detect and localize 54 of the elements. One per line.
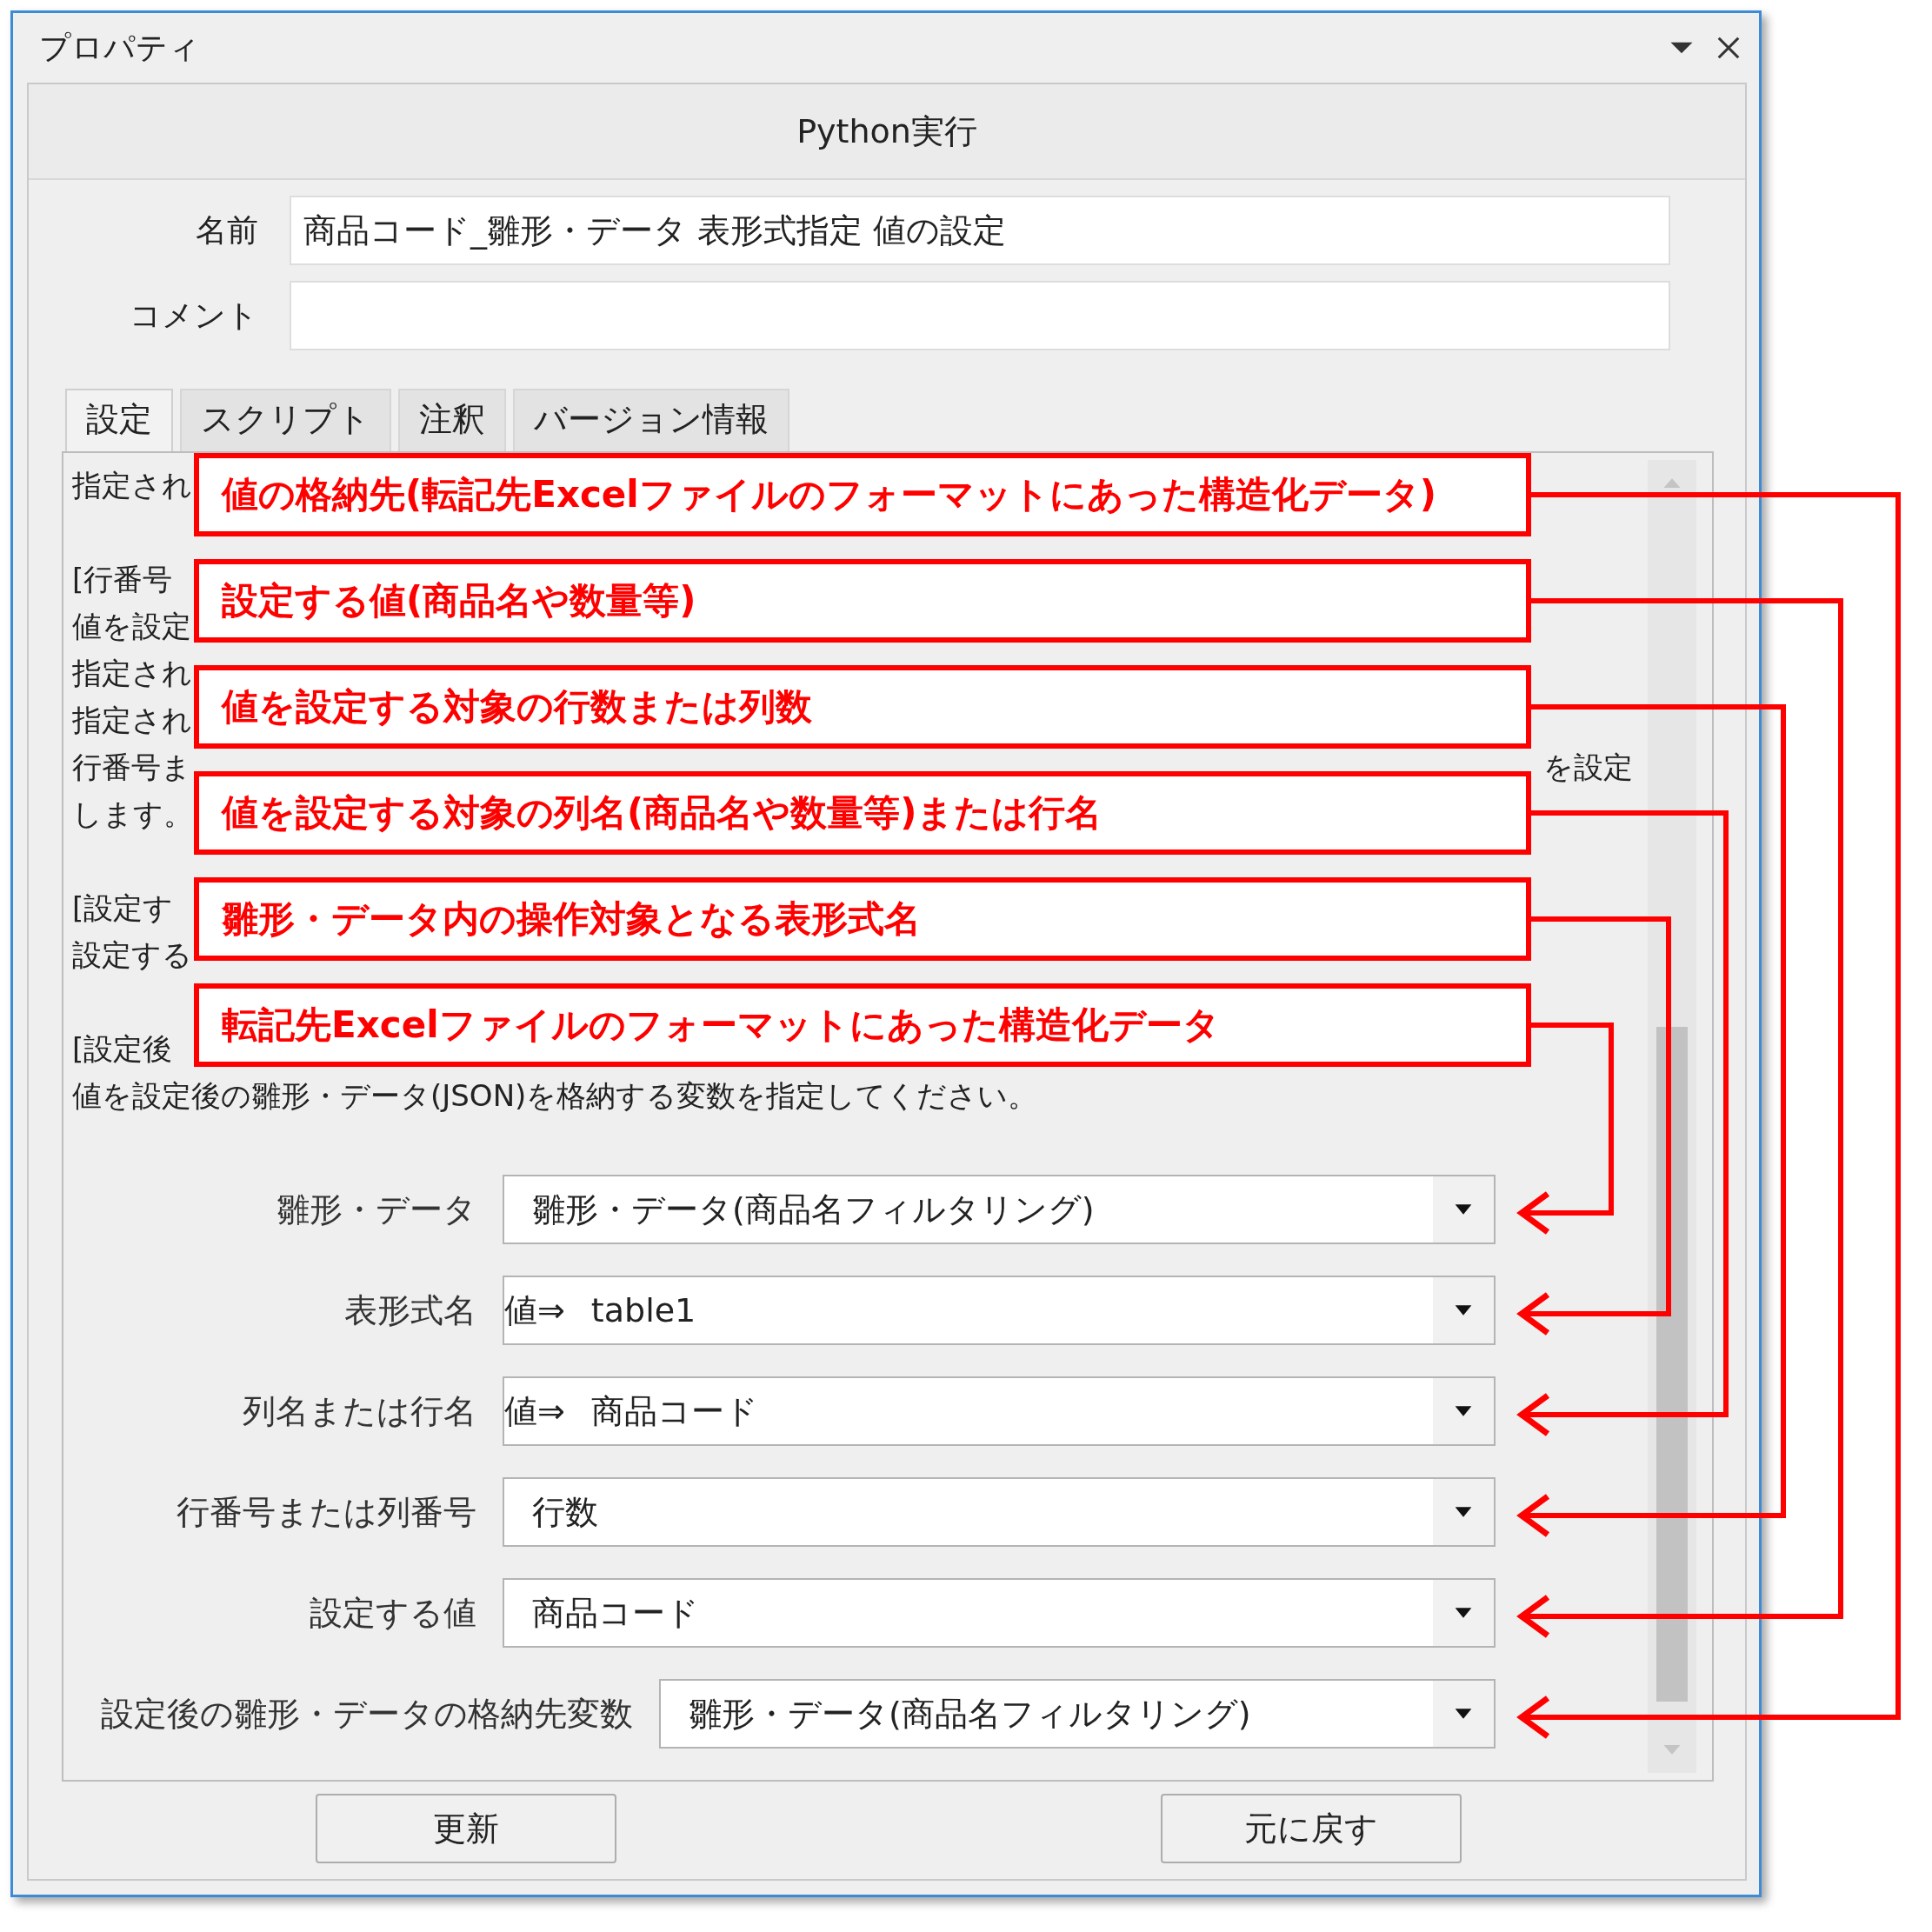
- close-icon[interactable]: [1715, 35, 1742, 61]
- tab[interactable]: 設定: [65, 389, 173, 451]
- description-text: 値を設定: [72, 608, 191, 645]
- description-text: [設定す: [72, 889, 174, 927]
- callout-label: 値を設定する対象の行数または列数: [194, 665, 1531, 749]
- tab[interactable]: スクリプト: [180, 389, 391, 451]
- dropdown-value: 雛形・データ(商品名フィルタリング): [532, 1189, 1096, 1230]
- dropdown[interactable]: 雛形・データ(商品名フィルタリング): [659, 1679, 1496, 1749]
- value-prefix: 値⇒: [504, 1390, 565, 1432]
- description-text: 値を設定後の雛形・データ(JSON)を格納する変数を指定してください。: [72, 1077, 1038, 1115]
- description-text: 設定する: [72, 936, 192, 974]
- dropdown-value: 雛形・データ(商品名フィルタリング): [689, 1693, 1252, 1735]
- tab[interactable]: 注釈: [398, 389, 506, 451]
- field-label: 設定する値: [309, 1592, 477, 1634]
- description-text: します。: [72, 796, 193, 833]
- description-text: 行番号ま: [72, 749, 191, 786]
- tab[interactable]: バージョン情報: [513, 389, 789, 451]
- description-text: 指定され: [72, 702, 192, 739]
- callout-label: 値を設定する対象の列名(商品名や数量等)または行名: [194, 771, 1531, 855]
- dropdown[interactable]: 商品コード: [503, 1578, 1496, 1648]
- dropdown[interactable]: 値⇒ 商品コード: [503, 1376, 1496, 1446]
- revert-button[interactable]: 元に戻す: [1161, 1794, 1462, 1863]
- field-label: 列名または行名: [242, 1390, 477, 1432]
- description-text: を設定: [1543, 749, 1633, 786]
- name-field[interactable]: 商品コード_雛形・データ 表形式指定 値の設定: [290, 196, 1670, 265]
- window-title: プロパティ: [39, 28, 201, 67]
- value-prefix: 値⇒: [504, 1289, 565, 1331]
- comment-label: コメント: [129, 296, 259, 335]
- field-label: 設定後の雛形・データの格納先変数: [100, 1693, 634, 1735]
- description-text: [設定後: [72, 1030, 173, 1068]
- dropdown-value: table1: [590, 1291, 697, 1329]
- dropdown-value: 商品コード: [590, 1390, 759, 1432]
- field-label: 表形式名: [343, 1289, 477, 1331]
- field-label: 行番号または列番号: [176, 1491, 477, 1533]
- description-text: [行番号: [72, 561, 173, 598]
- dropdown-icon[interactable]: [1669, 40, 1695, 56]
- callout-label: 転記先Excelファイルのフォーマットにあった構造化データ: [194, 983, 1531, 1067]
- field-label: 雛形・データ: [276, 1189, 477, 1230]
- name-label: 名前: [195, 210, 259, 250]
- description-text: 指定され: [72, 467, 192, 504]
- panel-header: Python実行: [29, 84, 1745, 180]
- dropdown-value: 行数: [532, 1491, 599, 1533]
- callout-label: 設定する値(商品名や数量等): [194, 559, 1531, 643]
- callout-label: 値の格納先(転記先Excelファイルのフォーマットにあった構造化データ): [194, 453, 1531, 536]
- scrollbar-thumb[interactable]: [1656, 1027, 1688, 1702]
- scrollbar[interactable]: [1648, 460, 1696, 1773]
- callout-label: 雛形・データ内の操作対象となる表形式名: [194, 877, 1531, 961]
- dropdown-value: 商品コード: [532, 1592, 700, 1634]
- dropdown[interactable]: 値⇒ table1: [503, 1276, 1496, 1345]
- comment-field[interactable]: [290, 281, 1670, 350]
- description-text: 指定され: [72, 655, 192, 692]
- dropdown[interactable]: 雛形・データ(商品名フィルタリング): [503, 1175, 1496, 1244]
- update-button[interactable]: 更新: [316, 1794, 616, 1863]
- dropdown[interactable]: 行数: [503, 1477, 1496, 1547]
